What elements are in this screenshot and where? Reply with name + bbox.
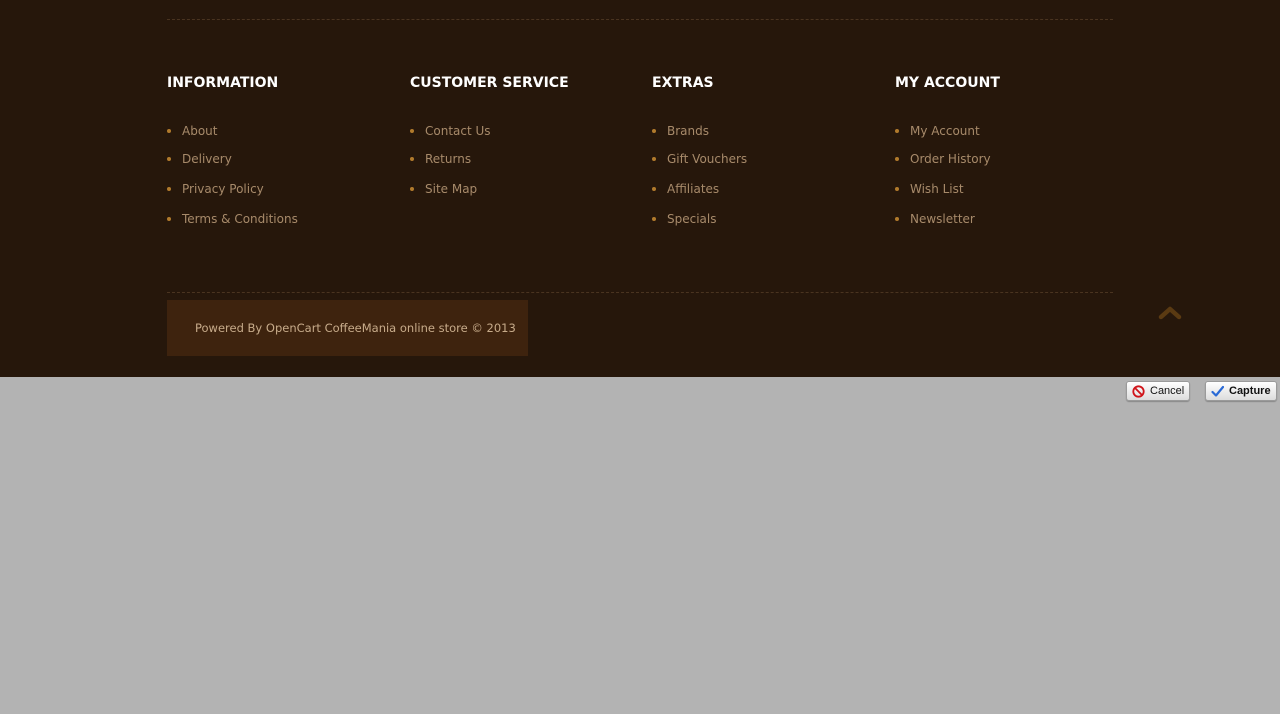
checkmark-icon	[1211, 385, 1225, 398]
list-item: Brands	[652, 122, 882, 150]
footer-column-information: INFORMATION About Delivery Privacy Polic…	[167, 73, 397, 240]
footer-column-customer-service: CUSTOMER SERVICE Contact Us Returns Site…	[410, 73, 640, 210]
capture-button[interactable]: Capture	[1205, 381, 1277, 401]
footer-bottom-divider	[167, 292, 1113, 293]
link-about[interactable]: About	[182, 124, 217, 138]
column-heading: INFORMATION	[167, 75, 279, 91]
chevron-up-icon[interactable]	[1157, 300, 1183, 324]
list-item: Wish List	[895, 180, 1125, 210]
link-list: Brands Gift Vouchers Affiliates Specials	[652, 122, 882, 240]
column-heading: CUSTOMER SERVICE	[410, 75, 569, 91]
footer-column-my-account: MY ACCOUNT My Account Order History Wish…	[895, 73, 1125, 240]
link-contact-us[interactable]: Contact Us	[425, 124, 491, 138]
link-returns[interactable]: Returns	[425, 152, 471, 166]
link-terms-conditions[interactable]: Terms & Conditions	[182, 212, 298, 226]
link-brands[interactable]: Brands	[667, 124, 709, 138]
link-wish-list[interactable]: Wish List	[910, 182, 964, 196]
link-privacy-policy[interactable]: Privacy Policy	[182, 182, 264, 196]
link-gift-vouchers[interactable]: Gift Vouchers	[667, 152, 747, 166]
list-item: Terms & Conditions	[167, 210, 397, 240]
link-my-account[interactable]: My Account	[910, 124, 980, 138]
list-item: Privacy Policy	[167, 180, 397, 210]
list-item: About	[167, 122, 397, 150]
list-item: Site Map	[410, 180, 640, 210]
link-newsletter[interactable]: Newsletter	[910, 212, 975, 226]
link-site-map[interactable]: Site Map	[425, 182, 477, 196]
link-list: My Account Order History Wish List Newsl…	[895, 122, 1125, 240]
footer-column-extras: EXTRAS Brands Gift Vouchers Affiliates S…	[652, 73, 882, 240]
powered-by-text: Powered By OpenCart CoffeeMania online s…	[167, 300, 528, 356]
cancel-label: Cancel	[1150, 385, 1185, 397]
link-affiliates[interactable]: Affiliates	[667, 182, 719, 196]
list-item: Order History	[895, 150, 1125, 180]
cancel-button[interactable]: Cancel	[1126, 381, 1190, 401]
list-item: Contact Us	[410, 122, 640, 150]
list-item: My Account	[895, 122, 1125, 150]
list-item: Newsletter	[895, 210, 1125, 240]
no-entry-icon	[1132, 384, 1145, 398]
link-delivery[interactable]: Delivery	[182, 152, 232, 166]
link-list: Contact Us Returns Site Map	[410, 122, 640, 210]
column-heading: MY ACCOUNT	[895, 75, 1000, 91]
list-item: Specials	[652, 210, 882, 240]
footer-top-divider	[167, 19, 1113, 20]
list-item: Gift Vouchers	[652, 150, 882, 180]
list-item: Affiliates	[652, 180, 882, 210]
link-order-history[interactable]: Order History	[910, 152, 991, 166]
list-item: Delivery	[167, 150, 397, 180]
list-item: Returns	[410, 150, 640, 180]
link-list: About Delivery Privacy Policy Terms & Co…	[167, 122, 397, 240]
site-footer: INFORMATION About Delivery Privacy Polic…	[0, 0, 1280, 377]
capture-label: Capture	[1229, 385, 1271, 397]
link-specials[interactable]: Specials	[667, 212, 717, 226]
column-heading: EXTRAS	[652, 75, 714, 91]
